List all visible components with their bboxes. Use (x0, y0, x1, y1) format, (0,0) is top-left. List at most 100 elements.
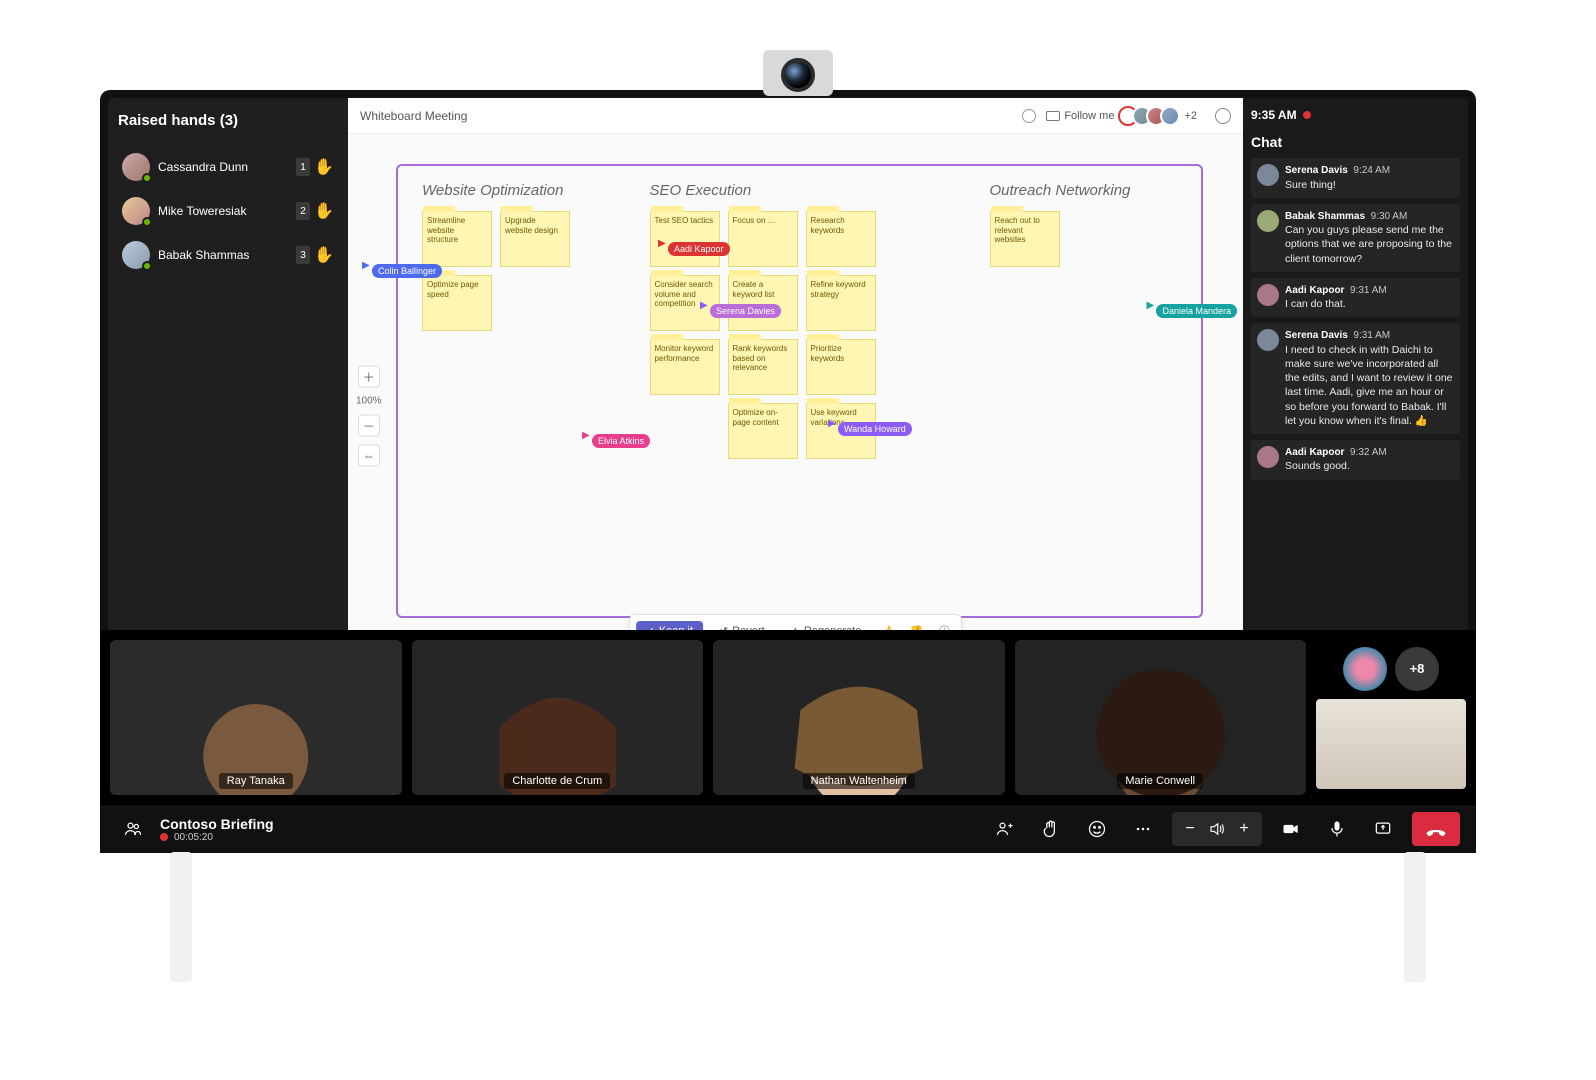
sticky-note[interactable]: Create a keyword list (728, 275, 798, 331)
hangup-button[interactable] (1412, 812, 1460, 846)
video-label: Ray Tanaka (219, 773, 293, 789)
avatar (1257, 446, 1279, 468)
recording-indicator-icon (1303, 111, 1311, 119)
zoom-out-button[interactable]: － (358, 415, 380, 437)
avatar (1257, 210, 1279, 232)
avatar (1257, 329, 1279, 351)
room-camera-thumb[interactable] (1316, 699, 1466, 789)
device-leg (1404, 852, 1426, 982)
volume-down-button[interactable]: − (1178, 812, 1202, 846)
raised-hand-row[interactable]: Mike Toweresiak 2✋ (118, 189, 338, 233)
more-button[interactable] (1126, 812, 1160, 846)
participant-name: Babak Shammas (158, 248, 249, 262)
timer-icon[interactable] (1022, 109, 1036, 123)
chat-message[interactable]: Babak Shammas 9:30 AMCan you guys please… (1251, 204, 1460, 272)
avatar (122, 197, 150, 225)
people-icon[interactable] (116, 812, 150, 846)
recording-indicator-icon (160, 833, 168, 841)
clock: 9:35 AM (1251, 108, 1297, 122)
sticky-note[interactable]: Reach out to relevant websites (990, 211, 1060, 267)
raised-hand-icon: ✋ (314, 201, 334, 221)
whiteboard-title: Whiteboard Meeting (360, 109, 467, 123)
whiteboard-header: Whiteboard Meeting Follow me +2 (348, 98, 1243, 134)
collaborator-cursor: Wanda Howard (838, 422, 912, 436)
video-label: Nathan Waltenheim (803, 773, 915, 789)
video-label: Marie Conwell (1117, 773, 1203, 789)
board-frame: Website Optimization Streamline website … (396, 164, 1203, 618)
board-column: SEO Execution Test SEO tactics Focus on … (650, 182, 950, 459)
participants-button[interactable] (988, 812, 1022, 846)
meeting-title: Contoso Briefing (160, 816, 274, 832)
screen-icon (1046, 111, 1060, 121)
sticky-note[interactable]: Rank keywords based on relevance (728, 339, 798, 395)
mic-button[interactable] (1320, 812, 1354, 846)
collaborator-cursor: Serena Davies (710, 304, 781, 318)
sticky-note[interactable]: Monitor keyword performance (650, 339, 720, 395)
video-label: Charlotte de Crum (504, 773, 610, 789)
collaborator-cursor: Daniela Mandera (1156, 304, 1237, 318)
presence-avatar[interactable] (1160, 106, 1180, 126)
settings-icon[interactable] (1215, 108, 1231, 124)
presence-avatars[interactable]: +2 (1124, 106, 1197, 126)
presence-overflow[interactable]: +2 (1184, 110, 1197, 122)
sticky-note[interactable]: Optimize page speed (422, 275, 492, 331)
raised-hand-row[interactable]: Babak Shammas 3✋ (118, 233, 338, 277)
device-camera (763, 50, 833, 96)
video-tile[interactable]: Nathan Waltenheim (713, 640, 1005, 795)
raised-hand-icon: ✋ (314, 157, 334, 177)
board-column: Outreach Networking Reach out to relevan… (990, 182, 1178, 459)
follow-me-button[interactable]: Follow me (1046, 110, 1114, 122)
raised-hand-row[interactable]: Cassandra Dunn 1✋ (118, 145, 338, 189)
chat-message[interactable]: Serena Davis 9:24 AMSure thing! (1251, 158, 1460, 198)
reactions-button[interactable] (1080, 812, 1114, 846)
meeting-elapsed: 00:05:20 (174, 832, 213, 843)
video-tile[interactable]: Charlotte de Crum (412, 640, 704, 795)
sticky-note[interactable]: Focus on … (728, 211, 798, 267)
volume-group: − + (1172, 812, 1262, 846)
participant-name: Cassandra Dunn (158, 160, 248, 174)
video-tile[interactable]: Marie Conwell (1015, 640, 1307, 795)
sticky-note[interactable]: Upgrade website design (500, 211, 570, 267)
volume-up-button[interactable]: + (1232, 812, 1256, 846)
avatar (122, 241, 150, 269)
device-leg (170, 852, 192, 982)
sticky-note[interactable]: Prioritize keywords (806, 339, 876, 395)
collaborator-cursor: Elvia Atkins (592, 434, 650, 448)
speaker-icon[interactable] (1208, 820, 1226, 838)
collaborator-cursor: Colin Ballinger (372, 264, 442, 278)
chat-message[interactable]: Aadi Kapoor 9:31 AMI can do that. (1251, 278, 1460, 318)
zoom-controls: ＋ 100% － ⇔ (356, 366, 382, 467)
avatar (1257, 284, 1279, 306)
board-column: Website Optimization Streamline website … (422, 182, 610, 459)
collaborator-cursor: Aadi Kapoor (668, 242, 730, 256)
chat-message[interactable]: Serena Davis 9:31 AMI need to check in w… (1251, 323, 1460, 434)
raise-hand-button[interactable] (1034, 812, 1068, 846)
sticky-note[interactable]: Refine keyword strategy (806, 275, 876, 331)
avatar (122, 153, 150, 181)
column-title: SEO Execution (650, 182, 950, 199)
overflow-count[interactable]: +8 (1395, 647, 1439, 691)
participant-name: Mike Toweresiak (158, 204, 246, 218)
whiteboard-canvas[interactable]: ＋ 100% － ⇔ Website Optimization (348, 134, 1243, 698)
zoom-in-button[interactable]: ＋ (358, 366, 380, 388)
sticky-note[interactable]: Streamline website structure (422, 211, 492, 267)
sticky-note[interactable]: Optimize on-page content (728, 403, 798, 459)
video-tile[interactable]: Ray Tanaka (110, 640, 402, 795)
raised-hands-title: Raised hands (3) (118, 112, 338, 129)
sticky-note[interactable]: Research keywords (806, 211, 876, 267)
video-overflow: +8 (1316, 647, 1466, 789)
raised-hand-icon: ✋ (314, 245, 334, 265)
meeting-control-bar: Contoso Briefing 00:05:20 − + (100, 805, 1476, 853)
share-button[interactable] (1366, 812, 1400, 846)
avatar (1257, 164, 1279, 186)
zoom-level: 100% (356, 396, 382, 407)
overflow-avatar[interactable] (1343, 647, 1387, 691)
video-gallery: Ray Tanaka Charlotte de Crum Nathan Walt… (100, 630, 1476, 805)
chat-title: Chat (1251, 134, 1460, 150)
sticky-note[interactable]: Consider search volume and competition (650, 275, 720, 331)
chat-message[interactable]: Aadi Kapoor 9:32 AMSounds good. (1251, 440, 1460, 480)
column-title: Outreach Networking (990, 182, 1178, 199)
zoom-fit-button[interactable]: ⇔ (358, 445, 380, 467)
column-title: Website Optimization (422, 182, 610, 199)
camera-button[interactable] (1274, 812, 1308, 846)
